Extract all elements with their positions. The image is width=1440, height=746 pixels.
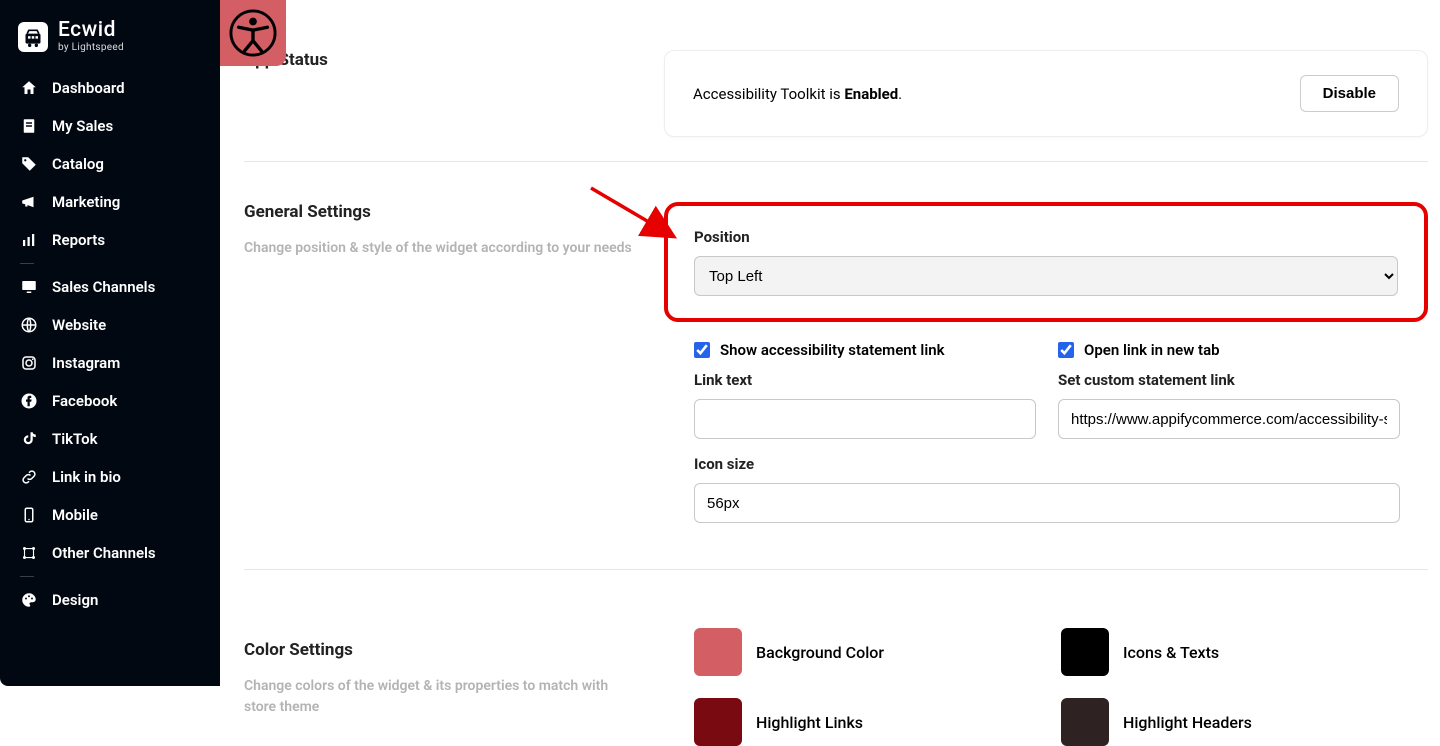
position-label: Position [694, 228, 1398, 246]
accessibility-badge[interactable] [220, 0, 286, 66]
section-desc-color: Change colors of the widget & its proper… [244, 676, 640, 718]
sidebar-item-mobile[interactable]: Mobile [0, 496, 220, 534]
sidebar-item-mysales[interactable]: My Sales [0, 107, 220, 145]
globe-icon [20, 316, 38, 334]
nav-divider [20, 576, 34, 577]
link-icon [20, 468, 38, 486]
app-status-text: Accessibility Toolkit is Enabled. [693, 85, 902, 103]
sidebar-item-linkinbio[interactable]: Link in bio [0, 458, 220, 496]
instagram-icon [20, 354, 38, 372]
icon-size-label: Icon size [694, 455, 1400, 473]
color-label: Background Color [756, 643, 884, 662]
color-item: Background Color [694, 628, 1033, 676]
sidebar-item-label: Link in bio [52, 468, 121, 486]
home-icon [20, 79, 38, 97]
tiktok-icon [20, 430, 38, 448]
open-new-tab-label: Open link in new tab [1084, 341, 1220, 359]
nav-divider [20, 263, 34, 264]
sidebar-item-marketing[interactable]: Marketing [0, 183, 220, 221]
general-position-card: Position Top Left [664, 202, 1428, 322]
sidebar-item-catalog[interactable]: Catalog [0, 145, 220, 183]
tag-icon [20, 155, 38, 173]
sidebar-item-label: Dashboard [52, 79, 125, 97]
sidebar-item-label: Mobile [52, 506, 98, 524]
brand-title: Ecwid [58, 20, 124, 41]
sidebar-item-label: Instagram [52, 354, 120, 372]
icon-size-input[interactable] [694, 483, 1400, 523]
sidebar-item-label: TikTok [52, 430, 98, 448]
sidebar-item-label: Design [52, 591, 98, 609]
sidebar-item-facebook[interactable]: Facebook [0, 382, 220, 420]
brand-icon [18, 22, 48, 52]
brand-logo: Ecwid by Lightspeed [0, 0, 220, 69]
sidebar: Ecwid by Lightspeed Dashboard My Sales Cat… [0, 0, 220, 686]
sidebar-item-otherchannels[interactable]: Other Channels [0, 534, 220, 572]
megaphone-icon [20, 193, 38, 211]
sidebar-item-label: Website [52, 316, 106, 334]
sidebar-item-saleschannels[interactable]: Sales Channels [0, 268, 220, 306]
app-status-card: Accessibility Toolkit is Enabled. Disabl… [664, 50, 1428, 137]
sidebar-item-website[interactable]: Website [0, 306, 220, 344]
color-item: Icons & Texts [1061, 628, 1400, 676]
show-statement-checkbox[interactable] [694, 342, 710, 358]
status-value: Enabled [844, 85, 898, 103]
color-swatch[interactable] [694, 628, 742, 676]
sidebar-item-dashboard[interactable]: Dashboard [0, 69, 220, 107]
disable-button[interactable]: Disable [1300, 75, 1399, 112]
palette-icon [20, 591, 38, 609]
color-label: Highlight Headers [1123, 713, 1252, 732]
show-statement-label: Show accessibility statement link [720, 341, 945, 359]
receipt-icon [20, 117, 38, 135]
color-swatch[interactable] [694, 698, 742, 746]
section-desc-general: Change position & style of the widget ac… [244, 238, 640, 259]
facebook-icon [20, 392, 38, 410]
chart-icon [20, 231, 38, 249]
sidebar-item-label: Catalog [52, 155, 104, 173]
sidebar-item-instagram[interactable]: Instagram [0, 344, 220, 382]
sidebar-item-label: Reports [52, 231, 105, 249]
sidebar-item-label: Marketing [52, 193, 120, 211]
open-new-tab-checkbox[interactable] [1058, 342, 1074, 358]
sidebar-item-tiktok[interactable]: TikTok [0, 420, 220, 458]
sidebar-item-design[interactable]: Design [0, 581, 220, 619]
general-settings-body: Show accessibility statement link Link t… [664, 321, 1428, 545]
section-title-color: Color Settings [244, 640, 640, 660]
color-item: Highlight Headers [1061, 698, 1400, 746]
status-suffix: . [898, 85, 902, 103]
section-general-settings: General Settings Change position & style… [244, 162, 1428, 570]
mobile-icon [20, 506, 38, 524]
color-swatch[interactable] [1061, 628, 1109, 676]
main-content: App Status Accessibility Toolkit is Enab… [220, 0, 1440, 686]
sidebar-item-label: Other Channels [52, 544, 156, 562]
monitor-icon [20, 278, 38, 296]
color-grid: Background Color Icons & Texts Highlight L… [664, 610, 1428, 746]
section-title-app-status: App Status [244, 50, 640, 70]
link-text-label: Link text [694, 371, 1036, 389]
color-swatch[interactable] [1061, 698, 1109, 746]
section-app-status: App Status Accessibility Toolkit is Enab… [244, 0, 1428, 162]
position-select[interactable]: Top Left [694, 256, 1398, 296]
link-text-input[interactable] [694, 399, 1036, 439]
channels-icon [20, 544, 38, 562]
custom-link-input[interactable] [1058, 399, 1400, 439]
sidebar-nav: Dashboard My Sales Catalog Marketing Reports… [0, 69, 220, 619]
color-label: Icons & Texts [1123, 643, 1219, 662]
color-label: Highlight Links [756, 713, 863, 732]
section-color-settings: Color Settings Change colors of the widg… [244, 570, 1428, 746]
custom-link-label: Set custom statement link [1058, 371, 1400, 389]
color-item: Highlight Links [694, 698, 1033, 746]
sidebar-item-reports[interactable]: Reports [0, 221, 220, 259]
section-title-general: General Settings [244, 202, 640, 222]
sidebar-item-label: Sales Channels [52, 278, 155, 296]
accessibility-icon [229, 9, 277, 57]
sidebar-item-label: Facebook [52, 392, 117, 410]
sidebar-item-label: My Sales [52, 117, 113, 135]
status-prefix: Accessibility Toolkit is [693, 85, 844, 103]
brand-subtitle: by Lightspeed [58, 43, 124, 53]
